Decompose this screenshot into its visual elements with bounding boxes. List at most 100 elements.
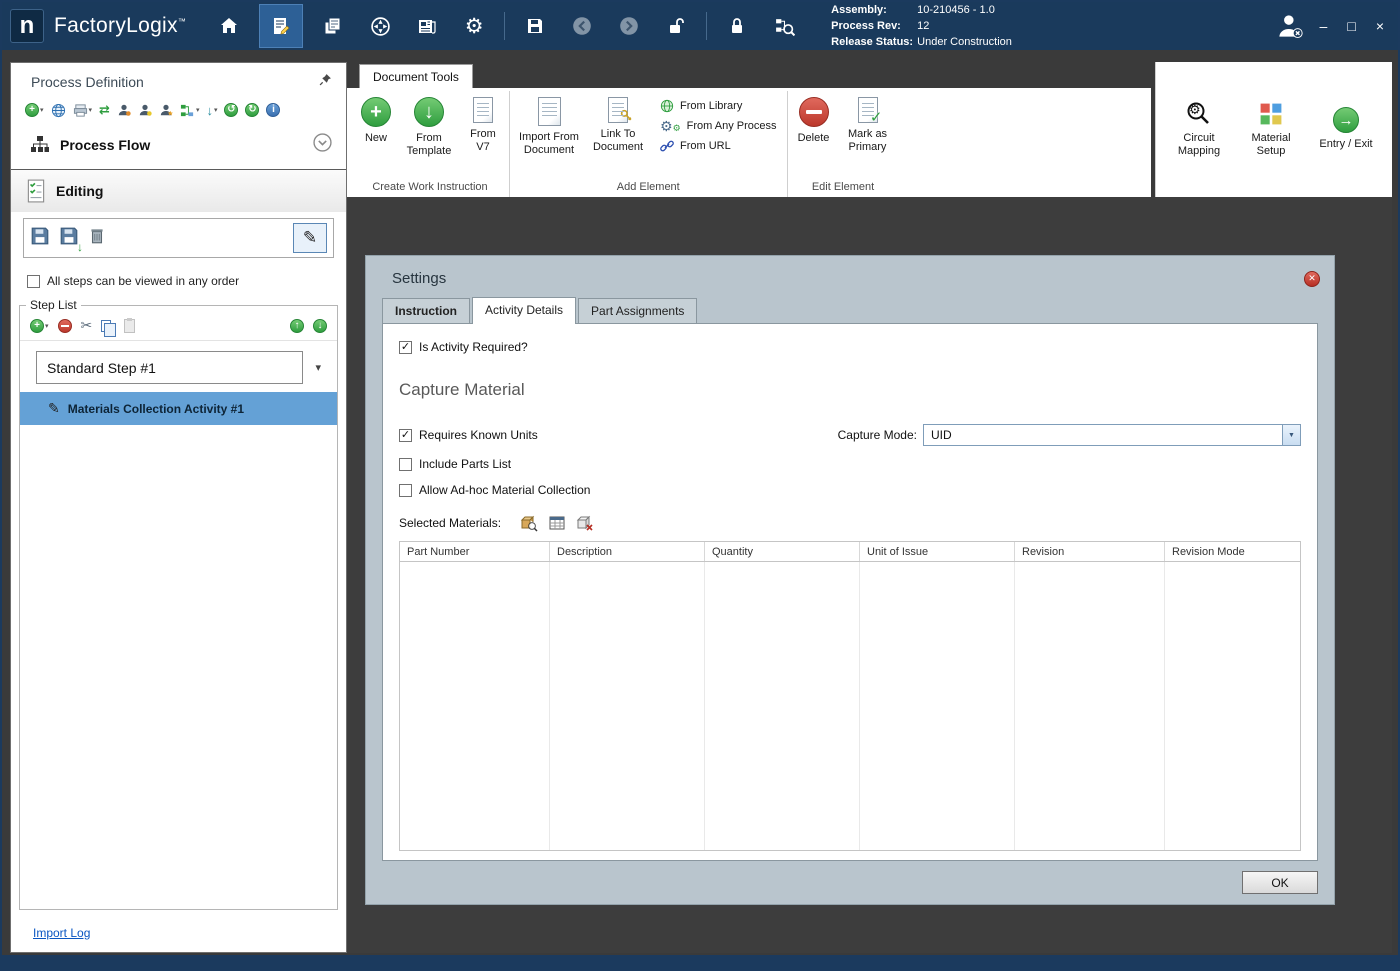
add-element-group: Import From Document Link To Document Fr… [510,91,788,197]
status-bar [2,955,1398,969]
info-button[interactable]: i [266,103,280,117]
find-in-tree-button[interactable] [767,9,801,43]
column-header[interactable]: Unit of Issue [860,542,1015,561]
process-templates-button[interactable] [316,9,350,43]
from-template-button[interactable]: ↓ From Template [402,91,456,158]
save-button[interactable] [518,9,552,43]
step-name: Standard Step #1 [47,360,156,376]
work-instructions-button[interactable] [259,4,303,48]
step-selector[interactable]: Standard Step #1 [36,351,303,384]
user-favorite-button[interactable] [159,103,173,117]
unlock-button[interactable] [659,9,693,43]
user-schedule-button[interactable] [138,103,152,117]
material-table-button[interactable] [547,513,567,533]
materials-table: Part Number Description Quantity Unit of… [399,541,1301,851]
import-step-button[interactable]: ↓ [59,226,79,251]
find-material-button[interactable] [519,513,539,533]
capture-mode-select[interactable]: UID ▼ [923,424,1301,446]
tab-instruction[interactable]: Instruction [382,298,470,323]
from-v7-button[interactable]: From V7 [461,91,505,154]
tab-activity-details[interactable]: Activity Details [472,297,576,324]
from-url-button[interactable]: From URL [660,139,777,153]
export-tree-button[interactable]: ▾ [180,103,200,118]
activity-item-selected[interactable]: ✎ Materials Collection Activity #1 [20,392,337,425]
close-button[interactable]: × [1376,19,1384,33]
is-activity-required-checkbox[interactable]: Is Activity Required? [399,340,1301,354]
is-activity-required-label: Is Activity Required? [419,340,528,354]
paste-button[interactable] [124,319,135,333]
tab-part-assignments[interactable]: Part Assignments [578,298,697,323]
material-setup-icon [1258,101,1284,127]
requires-known-units-checkbox[interactable]: Requires Known Units [399,428,538,442]
ok-button[interactable]: OK [1242,871,1318,894]
selected-materials-label: Selected Materials: [399,516,501,530]
link-to-document-button[interactable]: Link To Document [589,91,647,154]
column-header[interactable]: Revision [1015,542,1165,561]
user-button[interactable] [1270,13,1310,39]
add-button[interactable]: +▾ [25,103,44,117]
back-button[interactable] [565,9,599,43]
any-order-checkbox[interactable]: All steps can be viewed in any order [11,266,346,298]
collapse-icon[interactable] [313,133,332,157]
redo-button[interactable]: ↻ [245,103,259,117]
settings-close-button[interactable]: ✕ [1304,271,1320,287]
allow-adhoc-label: Allow Ad-hoc Material Collection [419,483,590,497]
navigator-button[interactable] [363,9,397,43]
chevron-down-icon: ▼ [1282,425,1300,445]
allow-adhoc-checkbox[interactable]: Allow Ad-hoc Material Collection [399,483,1301,497]
new-button[interactable]: + New [355,91,397,145]
save-step-button[interactable] [30,226,50,251]
maximize-button[interactable]: □ [1347,19,1355,33]
chevron-down-icon: ▾ [45,322,49,330]
tree-icon [180,103,195,118]
from-library-button[interactable]: From Library [660,99,777,113]
delete-element-button[interactable]: Delete [792,91,836,145]
from-url-label: From URL [680,140,731,152]
include-parts-list-checkbox[interactable]: Include Parts List [399,457,1301,471]
add-icon: + [25,103,39,117]
add-step-button[interactable]: +▾ [30,319,49,333]
assign-user-button[interactable] [117,103,131,117]
cut-button[interactable]: ✂ [81,317,93,334]
pin-icon[interactable] [319,73,332,91]
import-from-document-button[interactable]: Import From Document [514,91,584,157]
document-tools-tab[interactable]: Document Tools [359,64,473,88]
copy-button[interactable] [101,320,115,332]
move-up-button[interactable]: ↑ [290,319,304,333]
print-button[interactable]: ▾ [73,103,93,118]
from-any-process-button[interactable]: ⚙⚙ From Any Process [660,119,777,133]
material-setup-button[interactable]: Material Setup [1244,101,1298,158]
minimize-button[interactable]: – [1320,19,1328,33]
delete-step-button[interactable] [88,226,106,250]
ribbon: + New ↓ From Template From V7 Create Wor… [347,88,1151,197]
forward-button[interactable] [612,9,646,43]
reports-button[interactable] [410,9,444,43]
import-log-link[interactable]: Import Log [33,926,90,940]
edit-element-group: Delete ✓ Mark as Primary Edit Element [788,91,899,197]
chevron-down-icon[interactable]: ▾ [315,361,321,374]
entry-exit-button[interactable]: → Entry / Exit [1314,107,1378,151]
panel-title: Process Definition [31,74,319,90]
edit-instruction-button[interactable]: ✎ [293,223,327,253]
process-flow-header[interactable]: Process Flow [11,124,346,167]
tree-search-icon [774,16,795,37]
remove-material-button[interactable] [575,513,595,533]
remove-step-button[interactable] [58,319,72,333]
settings-button[interactable]: ⚙ [457,9,491,43]
import-download-button[interactable]: ↓▾ [206,103,217,118]
lock-button[interactable] [720,9,754,43]
move-down-button[interactable]: ↓ [313,319,327,333]
circuit-mapping-button[interactable]: ⚙ Circuit Mapping [1170,101,1228,158]
column-header[interactable]: Description [550,542,705,561]
home-button[interactable] [212,9,246,43]
transfer-button[interactable]: ⇄ [99,102,110,118]
unlock-icon [666,16,686,36]
column-header[interactable]: Quantity [705,542,860,561]
column-header[interactable]: Revision Mode [1165,542,1300,561]
home-icon [219,16,239,36]
column-header[interactable]: Part Number [400,542,550,561]
from-template-icon: ↓ [414,97,444,127]
web-button[interactable] [51,103,66,118]
mark-as-primary-button[interactable]: ✓ Mark as Primary [841,91,895,154]
undo-button[interactable]: ↺ [224,103,238,117]
